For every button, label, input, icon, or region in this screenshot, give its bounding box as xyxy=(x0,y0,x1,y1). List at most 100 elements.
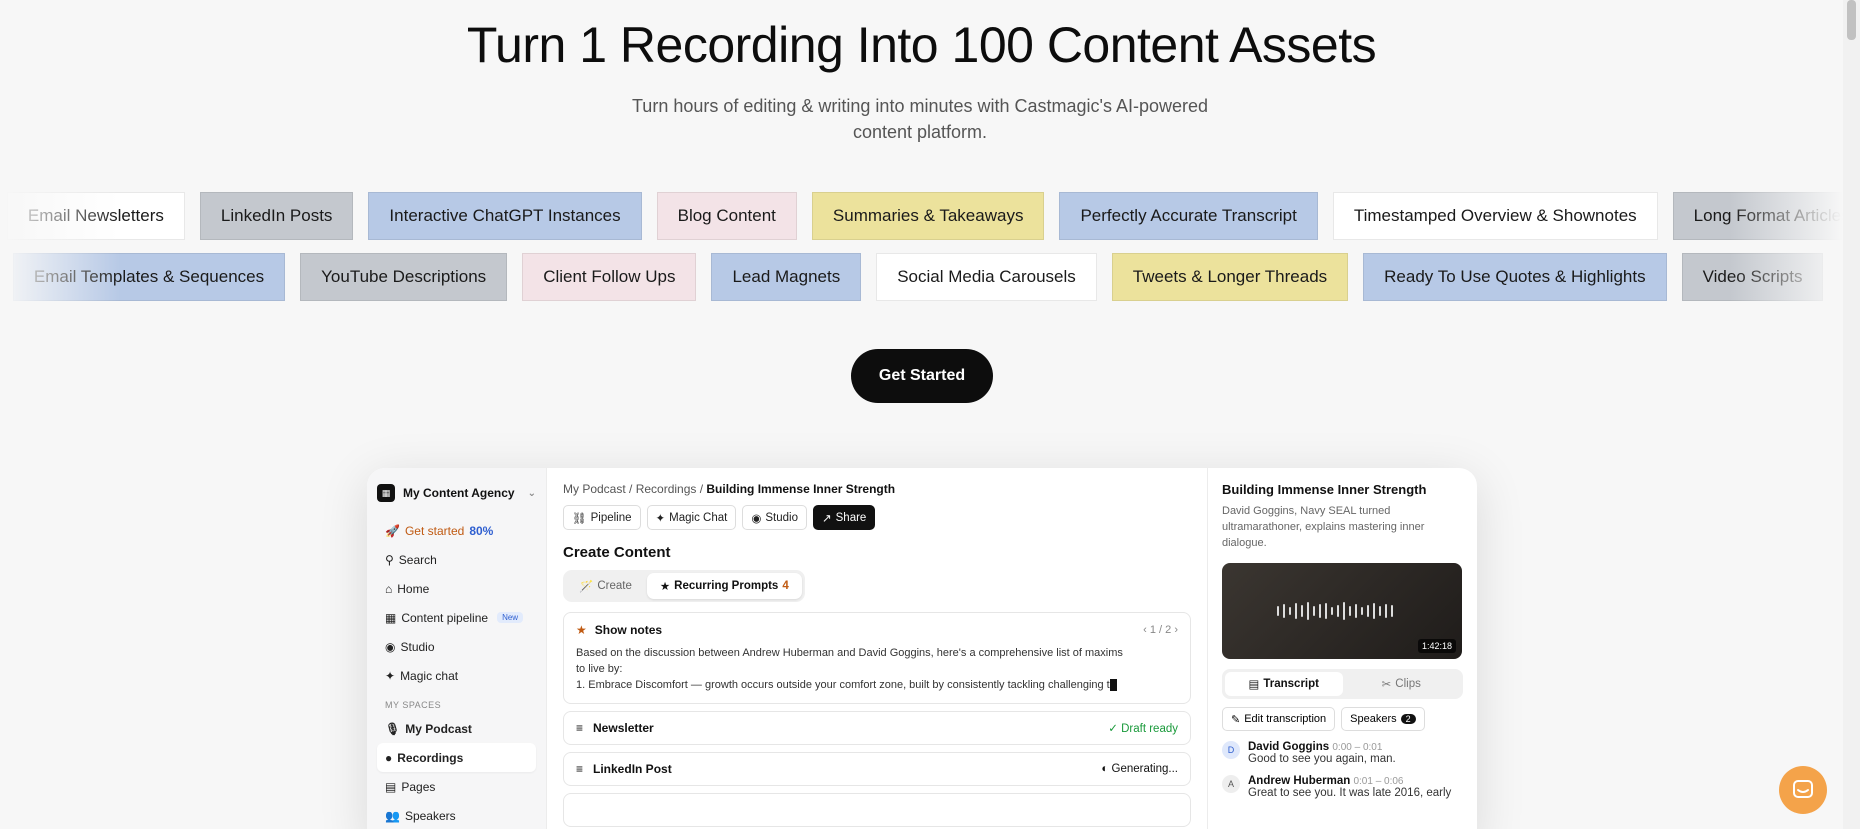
avatar: D xyxy=(1222,741,1240,759)
app-preview: ▦ My Content Agency ⌄ 🚀 Get started 80% … xyxy=(367,468,1477,829)
content-type-chip[interactable]: Social Media Carousels xyxy=(876,253,1097,301)
breadcrumb: My Podcast / Recordings / Building Immen… xyxy=(563,482,1191,496)
sidebar-item-home[interactable]: ⌂ Home xyxy=(377,574,536,603)
breadcrumb-path[interactable]: My Podcast / Recordings / xyxy=(563,482,706,496)
list-item[interactable] xyxy=(563,793,1191,827)
content-type-chip[interactable]: Blog Content xyxy=(656,192,797,240)
button-label: Edit transcription xyxy=(1244,713,1327,725)
transcript-actions: ✎ Edit transcription Speakers 2 xyxy=(1222,707,1463,731)
sidebar-item-magic-chat[interactable]: ✦ Magic chat xyxy=(377,661,536,690)
chat-launcher-button[interactable] xyxy=(1779,766,1827,814)
sidebar-item-content-pipeline[interactable]: ▦ Content pipeline New xyxy=(377,603,536,632)
content-type-chip[interactable]: Timestamped Overview & Shownotes xyxy=(1332,192,1658,240)
magic-chat-button[interactable]: ✦ Magic Chat xyxy=(646,505,737,530)
sidebar-item-search[interactable]: ⚲ Search xyxy=(377,545,536,574)
recording-toolbar: ⛓ Pipeline ✦ Magic Chat ◉ Studio ↗ Share xyxy=(563,505,1191,530)
transcript-line[interactable]: A Andrew Huberman 0:01 – 0:06 Great to s… xyxy=(1222,775,1463,799)
tab-label: Recurring Prompts xyxy=(674,580,779,592)
recurring-count: 4 xyxy=(782,580,789,592)
section-label-my-spaces: MY SPACES xyxy=(385,700,442,710)
button-label: Pipeline xyxy=(590,511,632,524)
content-type-chip[interactable]: Lead Magnets xyxy=(711,253,862,301)
tab-recurring-prompts[interactable]: ★ Recurring Prompts 4 xyxy=(646,573,802,599)
card-title: Show notes xyxy=(594,623,663,637)
card-pager[interactable]: ‹ 1 / 2 › xyxy=(1143,624,1178,636)
content-type-chip[interactable]: LinkedIn Posts xyxy=(199,192,354,240)
wand-icon: 🪄 xyxy=(579,581,594,593)
app-sidebar: ▦ My Content Agency ⌄ 🚀 Get started 80% … xyxy=(367,468,547,829)
sparkle-icon: ✦ xyxy=(385,668,396,683)
media-player[interactable]: 1:42:18 xyxy=(1222,563,1462,659)
transcript-text: Good to see you again, man. xyxy=(1248,753,1396,765)
pipeline-icon: ▦ xyxy=(385,610,397,625)
chevron-down-icon: ⌄ xyxy=(527,487,536,499)
speakers-count: 2 xyxy=(1400,714,1416,724)
create-content-heading: Create Content xyxy=(563,544,671,561)
sidebar-item-label: Magic chat xyxy=(400,668,459,683)
row-title: Newsletter xyxy=(593,721,654,735)
chips-fade-right xyxy=(1730,185,1843,305)
content-type-chips-row-1: Video ScriptsEmail NewslettersLinkedIn P… xyxy=(0,192,1860,240)
sidebar-item-label: My Podcast xyxy=(405,721,472,736)
scissors-icon: ✂ xyxy=(1381,679,1392,691)
sidebar-item-label: Pages xyxy=(401,779,436,794)
sidebar-item-label: Content pipeline xyxy=(401,610,489,625)
speaker-name: Andrew Huberman xyxy=(1248,775,1351,787)
sidebar-item-get-started[interactable]: 🚀 Get started 80% xyxy=(377,516,536,545)
studio-icon: ◉ xyxy=(751,512,762,525)
transcript-line[interactable]: D David Goggins 0:00 – 0:01 Good to see … xyxy=(1222,741,1463,765)
sidebar-item-recordings[interactable]: ● Recordings xyxy=(377,743,536,772)
tab-label: Clips xyxy=(1395,678,1421,690)
card-body: Based on the discussion between Andrew H… xyxy=(576,645,1178,693)
sidebar-item-pages[interactable]: ▤ Pages xyxy=(377,772,536,801)
tab-label: Transcript xyxy=(1263,678,1319,690)
share-button[interactable]: ↗ Share xyxy=(813,505,876,530)
content-type-chip[interactable]: Interactive ChatGPT Instances xyxy=(368,192,642,240)
page-scrollbar[interactable] xyxy=(1843,0,1860,829)
recording-description: David Goggins, Navy SEAL turned ultramar… xyxy=(1222,505,1425,549)
recording-title: Building Immense Inner Strength xyxy=(1222,482,1427,497)
content-type-chip[interactable]: Ready To Use Quotes & Highlights xyxy=(1363,253,1667,301)
status-badge: ◐ Generating... xyxy=(1101,763,1178,775)
get-started-button[interactable]: Get Started xyxy=(851,349,993,403)
sidebar-item-label: Studio xyxy=(400,639,435,654)
text-cursor xyxy=(1109,679,1117,692)
microphone-icon: 🎙 xyxy=(385,721,401,736)
pencil-icon: ✎ xyxy=(1231,713,1241,726)
card-text-line: Based on the discussion between Andrew H… xyxy=(576,647,1123,659)
sidebar-item-studio[interactable]: ◉ Studio xyxy=(377,632,536,661)
edit-transcription-button[interactable]: ✎ Edit transcription xyxy=(1222,707,1336,731)
content-type-chip[interactable]: Summaries & Takeaways xyxy=(811,192,1045,240)
sparkle-icon: ✦ xyxy=(655,512,666,525)
new-badge: New xyxy=(497,612,524,623)
show-notes-card[interactable]: ★ Show notes ‹ 1 / 2 › Based on the disc… xyxy=(563,612,1191,704)
tab-transcript[interactable]: ▤ Transcript xyxy=(1225,672,1343,696)
linkedin-post-row[interactable]: ≡ LinkedIn Post ◐ Generating... xyxy=(563,752,1191,786)
button-label: Share xyxy=(835,511,867,524)
scrollbar-thumb[interactable] xyxy=(1847,0,1856,40)
workspace-switcher[interactable]: ▦ My Content Agency ⌄ xyxy=(377,482,536,504)
content-type-chip[interactable]: YouTube Descriptions xyxy=(300,253,508,301)
row-title: LinkedIn Post xyxy=(593,762,672,776)
card-text-line: to live by: xyxy=(576,663,623,675)
tab-create[interactable]: 🪄 Create xyxy=(566,573,645,599)
tab-clips[interactable]: ✂ Clips xyxy=(1343,672,1461,696)
sidebar-item-label: Recordings xyxy=(397,750,464,765)
star-icon: ★ xyxy=(576,623,587,637)
share-icon: ↗ xyxy=(822,512,832,525)
content-type-chip[interactable]: Tweets & Longer Threads xyxy=(1111,253,1349,301)
timestamp: 0:00 – 0:01 xyxy=(1332,742,1383,753)
studio-button[interactable]: ◉ Studio xyxy=(742,505,807,530)
search-icon: ⚲ xyxy=(385,552,394,567)
content-type-chip[interactable]: Client Follow Ups xyxy=(522,253,697,301)
speakers-button[interactable]: Speakers 2 xyxy=(1341,707,1425,731)
newsletter-row[interactable]: ≡ Newsletter ✓ Draft ready xyxy=(563,711,1191,745)
content-type-chip[interactable]: Perfectly Accurate Transcript xyxy=(1059,192,1318,240)
avatar: A xyxy=(1222,775,1240,793)
sidebar-item-my-podcast[interactable]: 🎙 My Podcast xyxy=(377,714,536,743)
sidebar-item-speakers[interactable]: 👥 Speakers xyxy=(377,801,536,829)
dot-icon: ● xyxy=(385,750,393,765)
card-header: ★ Show notes ‹ 1 / 2 › xyxy=(576,623,1178,637)
button-label: Studio xyxy=(765,511,798,524)
pipeline-button[interactable]: ⛓ Pipeline xyxy=(563,505,641,530)
